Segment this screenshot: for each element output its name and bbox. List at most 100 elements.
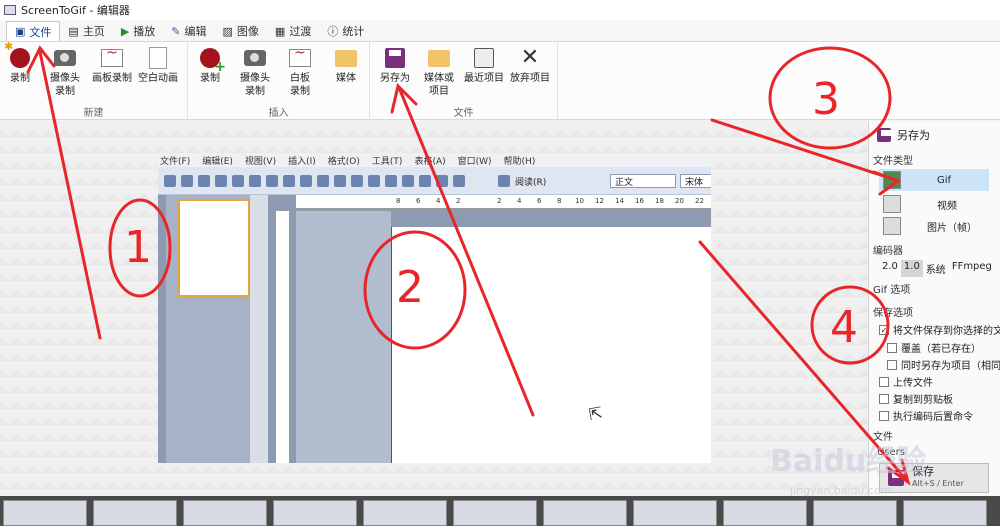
recent-projects-button[interactable]: 最近项目: [464, 46, 504, 85]
webcam-record-button[interactable]: 摄像头 录制: [50, 46, 80, 98]
button-label: 媒体: [336, 73, 356, 84]
option-post-command[interactable]: 执行编码后置命令: [879, 408, 973, 423]
insert-record-button[interactable]: 录制: [198, 46, 226, 85]
tab-edit[interactable]: ✎ 编辑: [163, 21, 214, 41]
info-icon: ⓘ: [327, 25, 339, 38]
frame-thumbnail[interactable]: [363, 500, 447, 526]
frame-filmstrip: [0, 496, 1000, 526]
checkbox-icon: [879, 393, 889, 404]
insert-webcam-button[interactable]: 摄像头 录制: [240, 46, 270, 98]
frame-thumbnail[interactable]: [93, 500, 177, 526]
tab-playback[interactable]: ▶ 播放: [113, 21, 163, 41]
board-record-button[interactable]: 画板录制: [92, 46, 132, 85]
record-icon: [198, 46, 226, 74]
option-copy-clipboard[interactable]: 复制到剪贴板: [879, 391, 953, 406]
option-label: 上传文件: [893, 378, 933, 389]
ruler-number: 6: [537, 197, 542, 205]
word-menu-item: 视图(V): [244, 156, 277, 167]
ruler-number: 6: [416, 197, 421, 205]
frame-thumbnail[interactable]: [813, 500, 897, 526]
word-margin-area: [296, 211, 391, 463]
option-overwrite[interactable]: 覆盖（若已存在）: [887, 340, 981, 355]
checkbox-checked-icon: ✓: [879, 324, 889, 335]
word-style-combo: 正文: [610, 174, 676, 188]
window-title: ScreenToGif - 编辑器: [21, 4, 130, 17]
title-bar: ScreenToGif - 编辑器: [0, 0, 1000, 20]
option-save-project[interactable]: 同时另存为项目（相同: [887, 357, 1000, 372]
tab-label: 编辑: [184, 25, 207, 38]
button-label: 白板 录制: [290, 73, 310, 97]
transition-icon: ▦: [274, 24, 286, 38]
tab-label: 播放: [133, 25, 156, 38]
file-type-label: 文件类型: [873, 156, 913, 167]
frame-thumbnail[interactable]: [3, 500, 87, 526]
frame-preview: 文件(F) 编辑(E) 视图(V) 插入(I) 格式(O) 工具(T) 表格(A…: [158, 153, 711, 463]
save-as-button[interactable]: 另存为: [380, 46, 410, 85]
tab-home[interactable]: ▤ 主页: [60, 21, 112, 41]
frame-thumbnail[interactable]: [453, 500, 537, 526]
play-icon: ▶: [120, 24, 130, 38]
word-page-thumbnail: [178, 199, 250, 297]
type-video-button[interactable]: 视频: [879, 193, 989, 215]
close-icon: ✕: [520, 45, 540, 70]
camera-icon: [243, 46, 267, 70]
ruler-number: 12: [595, 197, 604, 205]
ruler-number: 10: [575, 197, 584, 205]
group-label: 文件: [453, 108, 474, 119]
word-menu-item: 文件(F): [160, 156, 191, 167]
tab-label: 统计: [342, 25, 365, 38]
word-font-combo: 宋体: [680, 174, 711, 188]
frame-thumbnail[interactable]: [183, 500, 267, 526]
frame-thumbnail[interactable]: [633, 500, 717, 526]
tab-label: 主页: [82, 25, 105, 38]
option-save-to-folder[interactable]: ✓ 将文件保存到你选择的文: [879, 322, 1000, 337]
record-icon: [4, 40, 32, 70]
frame-thumbnail[interactable]: [273, 500, 357, 526]
open-media-button[interactable]: 媒体或 项目: [424, 46, 454, 98]
discard-project-button[interactable]: ✕ 放弃项目: [510, 46, 550, 85]
home-icon: ▤: [68, 24, 79, 38]
gif-icon: [883, 171, 901, 189]
frame-thumbnail[interactable]: [903, 500, 987, 526]
checkbox-icon: [887, 359, 897, 370]
panel-title-text: 另存为: [897, 129, 930, 142]
baidu-watermark-logo: Baidu经验: [770, 444, 927, 479]
save-icon: ▣: [15, 25, 26, 38]
type-gif-button[interactable]: Gif: [879, 169, 989, 191]
group-file: 另存为 媒体或 项目 最近项目 ✕ 放弃项目 文件: [370, 42, 558, 120]
insert-board-button[interactable]: 白板 录制: [288, 46, 312, 98]
option-label: 复制到剪贴板: [893, 395, 953, 406]
word-thumbnail-pane: [166, 195, 250, 463]
encoder-option[interactable]: 系统: [923, 260, 949, 277]
type-image-button[interactable]: 图片（帧）: [879, 215, 989, 237]
app-icon: [4, 5, 16, 15]
word-toolbar: 阅读(R) 正文 宋体: [158, 167, 711, 195]
tab-image[interactable]: ▨ 图像: [215, 21, 267, 41]
ruler-number: 14: [615, 197, 624, 205]
group-insert: 录制 摄像头 录制 白板 录制 媒体 插入: [188, 42, 370, 120]
save-icon: [877, 128, 893, 142]
encoder-option[interactable]: 1.0: [900, 260, 923, 277]
encoder-label: 编码器: [873, 246, 903, 257]
board-icon: [100, 46, 124, 70]
option-upload[interactable]: 上传文件: [879, 374, 933, 389]
tab-transition[interactable]: ▦ 过渡: [267, 21, 319, 41]
insert-media-button[interactable]: 媒体: [334, 46, 358, 85]
save-icon: [383, 46, 407, 70]
blank-animation-button[interactable]: 空白动画: [138, 46, 178, 85]
word-font-value: 宋体: [680, 174, 711, 188]
encoder-option[interactable]: 2.0: [879, 260, 901, 277]
book-icon: [498, 175, 510, 187]
word-menu-item: 窗口(W): [457, 156, 492, 167]
record-button[interactable]: 录制: [4, 40, 32, 85]
tab-file[interactable]: ▣ 文件: [6, 21, 61, 41]
tab-statistics[interactable]: ⓘ 统计: [319, 21, 372, 41]
frame-thumbnail[interactable]: [543, 500, 627, 526]
button-label: 另存为: [380, 73, 410, 84]
word-menu-item: 插入(I): [288, 156, 316, 167]
frame-thumbnail[interactable]: [723, 500, 807, 526]
word-menu-item: 编辑(E): [202, 156, 233, 167]
button-label: 画板录制: [92, 73, 132, 84]
encoder-option[interactable]: FFmpeg: [949, 260, 995, 277]
panel-title: 另存为: [877, 127, 930, 143]
